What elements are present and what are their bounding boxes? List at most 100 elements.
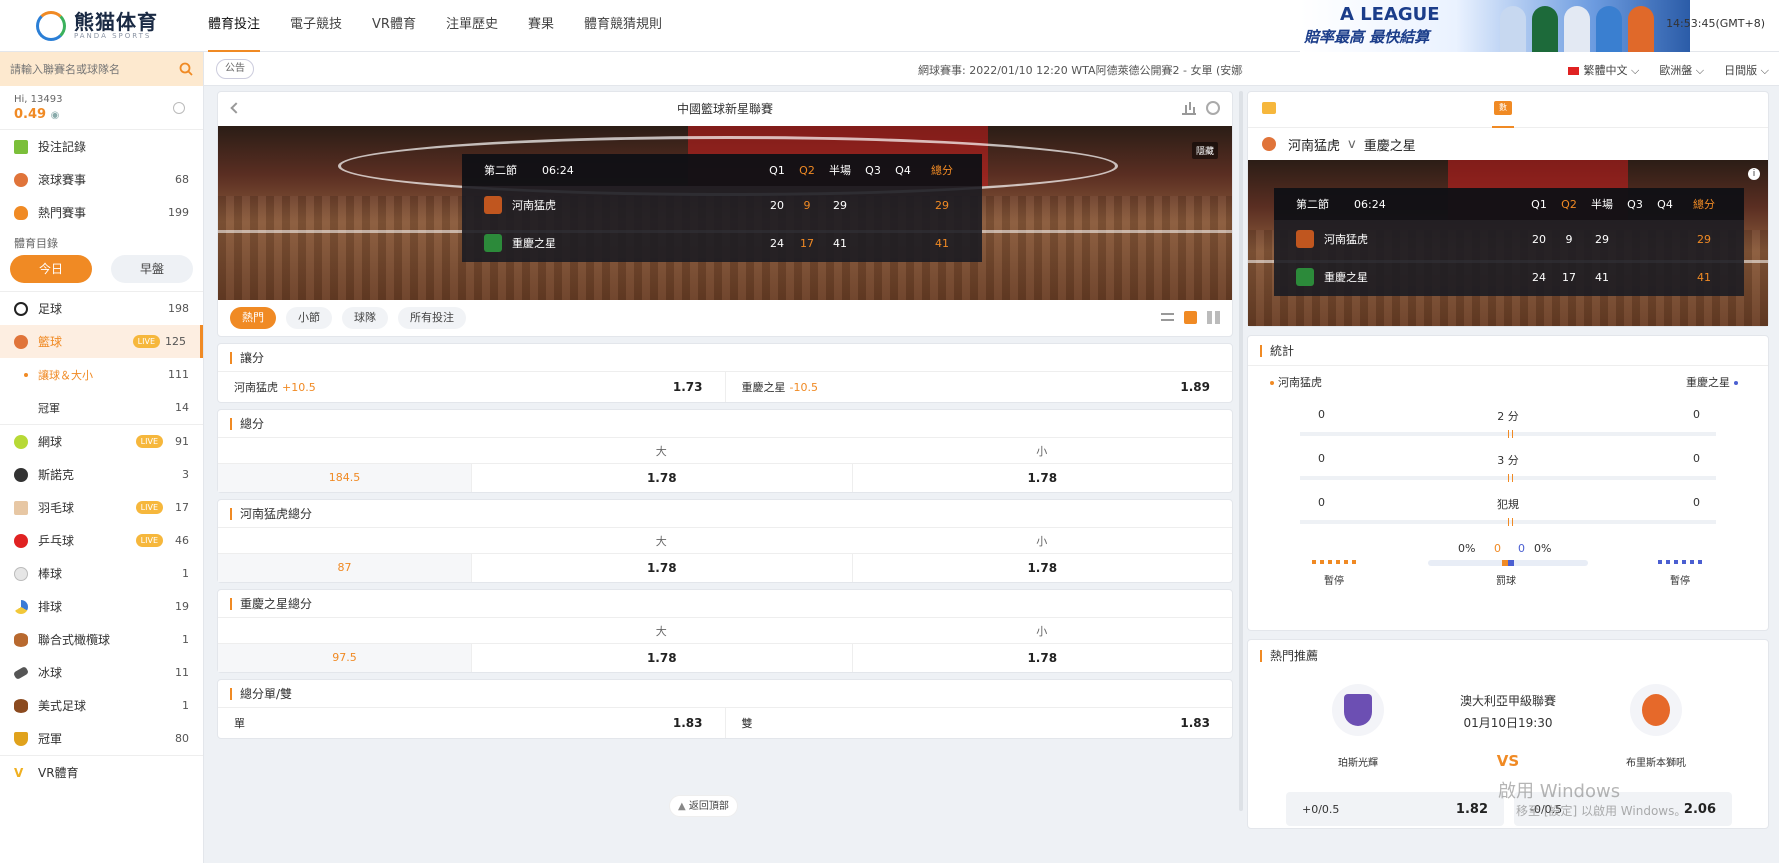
hot-odds-button-home[interactable]: +0/0.5 1.82 xyxy=(1286,792,1504,826)
tab-hot[interactable]: 熱門 xyxy=(230,307,276,329)
nav-sports-betting[interactable]: 體育投注 xyxy=(208,0,261,52)
player-image xyxy=(1532,6,1558,52)
search-input[interactable] xyxy=(10,62,170,76)
stat-row-2pt: 0 2 分 0 xyxy=(1248,396,1768,440)
sidebar-item-count: 198 xyxy=(168,302,189,315)
logo-sub: PANDA SPORTS xyxy=(74,31,152,40)
main-scrollbar[interactable] xyxy=(1239,91,1243,811)
col-q1: Q1 xyxy=(1531,197,1547,211)
info-icon[interactable]: i xyxy=(1748,168,1760,180)
score-q2: 17 xyxy=(800,236,814,250)
sidebar-subitem-outright[interactable]: 冠軍 14 xyxy=(0,391,203,424)
mini-court-image: i 第二節 06:24 Q1 Q2 半場 Q3 Q4 總分 河南猛虎 20 9 … xyxy=(1248,160,1768,326)
odds-value: 1.73 xyxy=(672,380,703,394)
sidebar-item-ice-hockey[interactable]: 冰球 11 xyxy=(0,656,203,689)
sidebar-item-live[interactable]: 滾球賽事 68 xyxy=(0,163,203,196)
sidebar-item-vr-sports[interactable]: V VR體育 xyxy=(0,756,203,789)
search-icon[interactable] xyxy=(179,62,193,76)
nav-vr-sports[interactable]: VR體育 xyxy=(372,0,416,52)
tab-early[interactable]: 早盤 xyxy=(111,255,193,283)
theme-select[interactable]: 日間版 ⌵ xyxy=(1724,62,1769,78)
sidebar-item-rugby[interactable]: 聯合式橄欖球 1 xyxy=(0,623,203,656)
odds-button-under[interactable]: 1.78 xyxy=(851,554,1233,582)
sidebar-item-table-tennis[interactable]: 乒乓球 LIVE 46 xyxy=(0,524,203,557)
sort-icon[interactable] xyxy=(1161,313,1174,321)
hide-button[interactable]: 隱藏 xyxy=(1191,142,1218,159)
sidebar-item-label: 冠軍 xyxy=(38,732,63,746)
ft-away-pct: 0% xyxy=(1534,542,1552,555)
court-image: 隱藏 第二節 06:24 Q1 Q2 半場 Q3 Q4 總分 河南猛虎 20 9… xyxy=(218,126,1232,300)
sidebar-item-outright[interactable]: 冠軍 80 xyxy=(0,722,203,755)
period: 第二節 xyxy=(1296,198,1329,211)
odds-button-odd[interactable]: 單 1.83 xyxy=(218,708,725,738)
nav-bet-history[interactable]: 注單歷史 xyxy=(446,0,498,52)
tab-quarters[interactable]: 小節 xyxy=(286,307,332,329)
tab-teams[interactable]: 球隊 xyxy=(342,307,388,329)
tab-all-bets[interactable]: 所有投注 xyxy=(398,307,466,329)
live-panel: 數 河南猛虎 v 重慶之星 i 第二節 06:24 Q1 Q2 半場 Q3 Q4 xyxy=(1247,91,1769,327)
nav-rules[interactable]: 體育競猜規則 xyxy=(584,0,662,52)
stat-bar xyxy=(1300,430,1716,438)
odds-button-over[interactable]: 1.78 xyxy=(471,644,852,672)
odds-button-under[interactable]: 1.78 xyxy=(851,644,1233,672)
refresh-icon[interactable] xyxy=(1206,101,1220,115)
announcement-marquee[interactable]: 網球賽事: 2022/01/10 12:20 WTA阿德萊德公開賽2 - 女單 … xyxy=(918,62,1243,78)
logo[interactable]: 熊猫体育 PANDA SPORTS xyxy=(36,8,158,44)
sidebar-item-label: 斯諾克 xyxy=(38,468,75,482)
sidebar-item-label: 熱門賽事 xyxy=(38,206,87,220)
odds-button-even[interactable]: 雙 1.83 xyxy=(724,708,1233,738)
sidebar-item-volleyball[interactable]: 排球 19 xyxy=(0,590,203,623)
notice-button[interactable]: 公告 xyxy=(216,59,254,79)
sidebar-item-football[interactable]: 足球 198 xyxy=(0,292,203,325)
refresh-icon[interactable] xyxy=(173,102,185,114)
language-select[interactable]: 繁體中文 ⌵ xyxy=(1568,62,1639,78)
stat-away: 0 xyxy=(1693,496,1700,509)
sidebar-item-american-football[interactable]: 美式足球 1 xyxy=(0,689,203,722)
odds-button-home[interactable]: 河南猛虎 +10.5 1.73 xyxy=(218,372,725,402)
scoreboard-tab-icon[interactable] xyxy=(1262,102,1276,114)
nav-results[interactable]: 賽果 xyxy=(528,0,554,52)
stats-tab-icon[interactable]: 數 xyxy=(1494,101,1512,115)
eye-icon[interactable]: ◉ xyxy=(51,110,60,121)
back-to-top-label: 返回頂部 xyxy=(688,801,729,812)
score-half: 41 xyxy=(833,236,847,250)
back-icon[interactable] xyxy=(230,102,242,114)
col-q2: Q2 xyxy=(1561,197,1577,211)
tab-indicator xyxy=(1492,126,1514,128)
score-q1: 20 xyxy=(1532,232,1546,246)
score-total: 41 xyxy=(1697,270,1711,284)
odds-button-over[interactable]: 1.78 xyxy=(471,554,852,582)
sidebar-item-label: 冰球 xyxy=(38,666,63,680)
sidebar-item-bet-records[interactable]: 投注記錄 xyxy=(0,130,203,163)
odds-type-select[interactable]: 歐洲盤 ⌵ xyxy=(1659,62,1704,78)
sidebar-item-snooker[interactable]: 斯諾克 3 xyxy=(0,458,203,491)
sidebar-subitem-handicap-ou[interactable]: 讓球＆大小 111 xyxy=(0,358,203,391)
vs-label: v xyxy=(1348,136,1356,152)
tab-today[interactable]: 今日 xyxy=(10,255,92,283)
football-icon xyxy=(14,301,28,316)
sidebar-item-tennis[interactable]: 網球 LIVE 91 xyxy=(0,425,203,458)
sidebar-item-count: 199 xyxy=(168,206,189,219)
stats-icon[interactable] xyxy=(1182,101,1196,115)
nav-esports[interactable]: 電子競技 xyxy=(290,0,342,52)
market-handicap: 讓分 河南猛虎 +10.5 1.73 重慶之星 -10.5 1.89 xyxy=(217,343,1233,403)
sidebar-item-baseball[interactable]: 棒球 1 xyxy=(0,557,203,590)
score-q1: 20 xyxy=(770,198,784,212)
double-column-icon[interactable] xyxy=(1207,311,1220,324)
sub-bar: 公告 網球賽事: 2022/01/10 12:20 WTA阿德萊德公開賽2 - … xyxy=(0,52,1779,86)
back-to-top-button[interactable]: ▲ 返回頂部 xyxy=(669,795,738,817)
free-throw-row: 0% 0 0 0% 暫停 罰球 暫停 xyxy=(1248,528,1768,587)
selection-label: 雙 xyxy=(741,717,753,730)
single-column-icon[interactable] xyxy=(1184,311,1197,324)
promo-banner[interactable]: A LEAGUE 賠率最高 最快結算 xyxy=(1300,0,1690,52)
stat-bar xyxy=(1300,518,1716,526)
sidebar-item-badminton[interactable]: 羽毛球 LIVE 17 xyxy=(0,491,203,524)
sidebar-item-hot[interactable]: 熱門賽事 199 xyxy=(0,196,203,229)
odds-button-under[interactable]: 1.78 xyxy=(851,464,1233,492)
market-title: 河南猛虎總分 xyxy=(218,500,1232,528)
odds-button-over[interactable]: 1.78 xyxy=(471,464,852,492)
main-content: 中國籃球新星聯賽 隱藏 第二節 06:24 Q1 Q2 半場 Q3 Q4 總分 … xyxy=(217,91,1233,863)
odds-button-away[interactable]: 重慶之星 -10.5 1.89 xyxy=(724,372,1233,402)
sidebar-item-basketball[interactable]: 籃球 LIVE 125 xyxy=(0,325,203,358)
market-total: 總分 大 小 184.5 1.78 1.78 xyxy=(217,409,1233,493)
